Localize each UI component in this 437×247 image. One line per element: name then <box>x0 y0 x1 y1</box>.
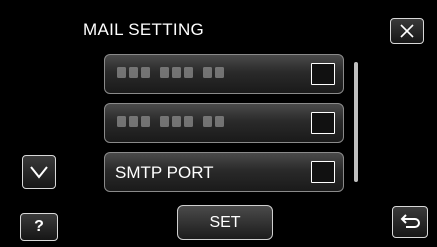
help-button[interactable]: ? <box>20 213 58 241</box>
close-icon <box>400 24 414 38</box>
scrollbar[interactable] <box>354 62 358 182</box>
scroll-down-button[interactable] <box>22 155 56 189</box>
list-item[interactable] <box>104 103 344 143</box>
return-arrow-icon <box>400 214 420 228</box>
page-title: MAIL SETTING <box>83 20 205 39</box>
chevron-down-icon <box>30 166 48 179</box>
back-button[interactable] <box>392 206 428 238</box>
list-item-smtp-port[interactable]: SMTP PORT <box>104 152 344 192</box>
help-label: ? <box>34 218 44 235</box>
set-button[interactable]: SET <box>177 205 273 240</box>
obscured-label <box>117 67 224 78</box>
checkbox[interactable] <box>311 161 335 183</box>
list-item[interactable] <box>104 54 344 94</box>
checkbox[interactable] <box>311 112 335 134</box>
close-button[interactable] <box>390 18 424 44</box>
obscured-label <box>117 116 224 127</box>
checkbox[interactable] <box>311 63 335 85</box>
list-item-label: SMTP PORT <box>115 163 214 182</box>
